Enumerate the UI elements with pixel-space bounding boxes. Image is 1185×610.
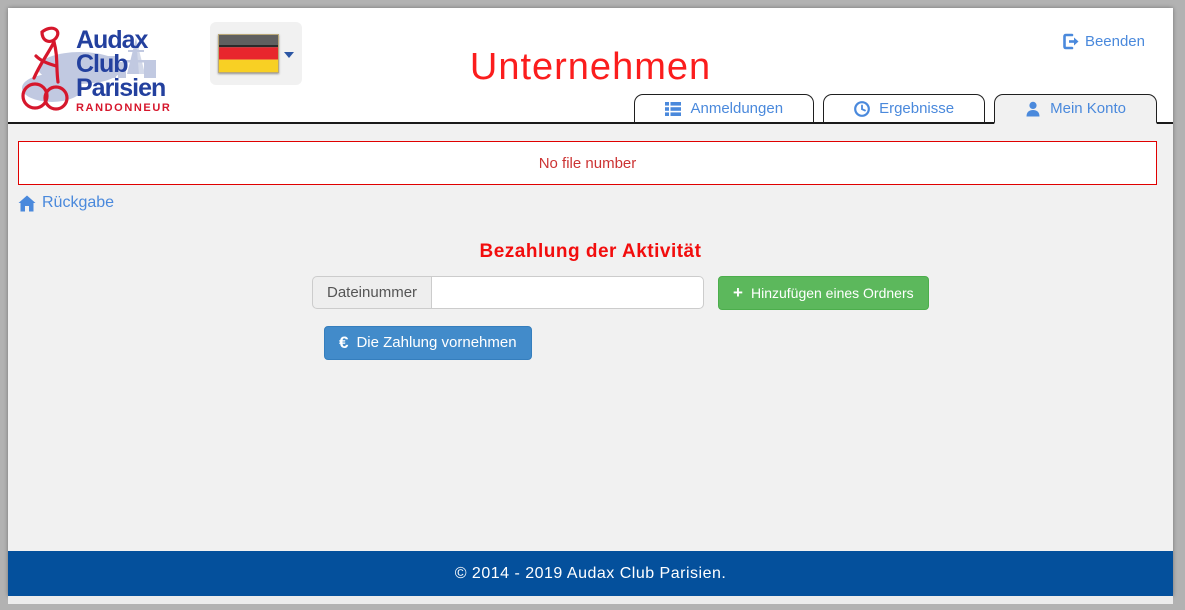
section-heading: Bezahlung der Aktivität (8, 241, 1173, 263)
tab-anmeldungen[interactable]: Anmeldungen (634, 94, 814, 124)
copyright-text: © 2014 - 2019 Audax Club Parisien. (455, 565, 727, 583)
page: Audax Club Parisien RANDONNEUR Unternehm (8, 8, 1173, 596)
plus-icon: + (733, 284, 743, 301)
page-title: Unternehmen (8, 46, 1173, 89)
alert-message: No file number (539, 155, 637, 172)
tab-ergebnisse[interactable]: Ergebnisse (823, 94, 985, 124)
footer: © 2014 - 2019 Audax Club Parisien. (8, 551, 1173, 596)
file-number-group: Dateinummer (312, 276, 704, 309)
euro-icon: € (339, 334, 348, 351)
error-alert: No file number (18, 141, 1157, 185)
tab-label: Ergebnisse (879, 100, 954, 117)
tab-label: Anmeldungen (690, 100, 783, 117)
breadcrumb-label: Rückgabe (42, 194, 114, 212)
logout-label: Beenden (1085, 33, 1145, 50)
make-payment-button[interactable]: € Die Zahlung vornehmen (324, 326, 532, 360)
logout-link[interactable]: Beenden (1062, 33, 1145, 50)
add-folder-button[interactable]: + Hinzufügen eines Ordners (718, 276, 929, 310)
list-icon (665, 102, 681, 116)
tab-bar: Anmeldungen Ergebnisse Mein Konto (634, 94, 1157, 124)
window-edge (8, 596, 1173, 604)
breadcrumb-rueckgabe[interactable]: Rückgabe (18, 194, 114, 212)
logo-line-4: RANDONNEUR (76, 102, 171, 114)
user-icon (1025, 101, 1041, 117)
file-number-form: Dateinummer + Hinzufügen eines Ordners (312, 276, 1173, 310)
tab-label: Mein Konto (1050, 100, 1126, 117)
header: Audax Club Parisien RANDONNEUR Unternehm (8, 8, 1173, 124)
clock-icon (854, 101, 870, 117)
home-icon (18, 195, 36, 212)
add-folder-label: Hinzufügen eines Ordners (751, 285, 914, 301)
file-number-input[interactable] (431, 276, 704, 309)
main-content: No file number Rückgabe Bezahlung der Ak… (8, 124, 1173, 551)
sign-out-icon (1062, 33, 1079, 50)
tab-mein-konto[interactable]: Mein Konto (994, 94, 1157, 124)
make-payment-label: Die Zahlung vornehmen (356, 334, 516, 351)
file-number-label: Dateinummer (312, 276, 431, 309)
